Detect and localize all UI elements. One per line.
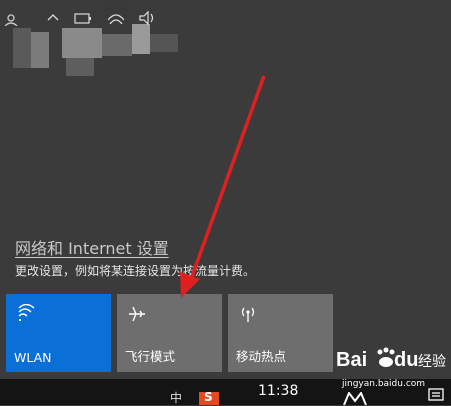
airplane-mode-tile[interactable]: 飞行模式: [117, 294, 222, 372]
taskbar-clock[interactable]: 11:38: [258, 383, 298, 399]
input-method-indicator[interactable]: 中: [170, 389, 182, 406]
wifi-icon: [18, 304, 35, 321]
network-settings-description: 更改设置，例如将某连接设置为按流量计费。: [15, 264, 256, 278]
battery-icon[interactable]: [72, 0, 94, 26]
action-center-icon[interactable]: [428, 388, 444, 405]
wlan-tile[interactable]: WLAN: [6, 294, 111, 372]
svg-text:du: du: [394, 349, 418, 371]
network-internet-settings-link[interactable]: 网络和 Internet 设置: [15, 235, 169, 259]
mobile-hotspot-tile[interactable]: 移动热点: [228, 294, 333, 372]
show-hidden-icons-chevron-icon[interactable]: [45, 0, 61, 26]
mobile-hotspot-label: 移动热点: [236, 349, 287, 364]
wifi-tray-icon: [108, 14, 124, 24]
airplane-icon: [129, 306, 145, 322]
svg-text:经验: 经验: [418, 354, 446, 370]
wlan-label: WLAN: [14, 350, 52, 365]
hotspot-icon: [241, 307, 255, 322]
airplane-mode-label: 飞行模式: [125, 349, 176, 364]
svg-text:Bai: Bai: [336, 349, 367, 371]
volume-icon[interactable]: [138, 0, 158, 26]
baidu-logo: Bai du 经验: [336, 347, 446, 371]
app-m-icon[interactable]: [343, 392, 367, 405]
people-icon[interactable]: [3, 0, 19, 26]
app-s-icon[interactable]: S: [199, 390, 219, 405]
network-tray-button[interactable]: [104, 0, 128, 26]
watermark-url: jingyan.baidu.com: [342, 379, 426, 389]
